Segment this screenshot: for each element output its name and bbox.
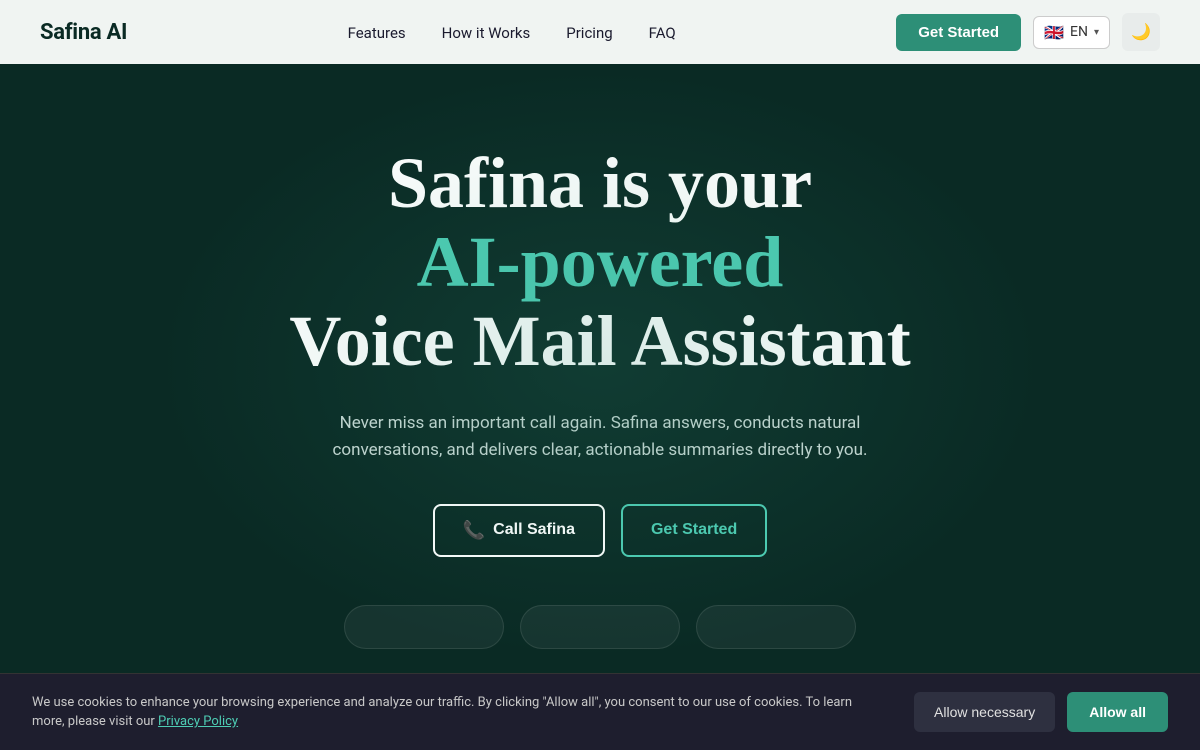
allow-necessary-button[interactable]: Allow necessary [914, 692, 1055, 732]
lang-code: EN [1070, 24, 1088, 40]
allow-all-button[interactable]: Allow all [1067, 692, 1168, 732]
cookie-banner: We use cookies to enhance your browsing … [0, 673, 1200, 750]
hero-title: Safina is your AI-powered Voice Mail Ass… [289, 144, 910, 382]
navbar-right: Get Started 🇬🇧 EN ▾ 🌙 [896, 13, 1160, 51]
hero-pill-3 [696, 605, 856, 649]
hero-title-line3: Voice Mail Assistant [289, 302, 910, 381]
nav-faq[interactable]: FAQ [649, 24, 676, 42]
hero-get-started-button[interactable]: Get Started [621, 504, 767, 557]
hero-feature-pills [344, 605, 856, 649]
nav-links: Features How it Works Pricing FAQ [348, 23, 676, 42]
phone-icon: 📞 [463, 520, 485, 541]
cookie-text: We use cookies to enhance your browsing … [32, 693, 852, 732]
hero-title-line2: AI-powered [289, 223, 910, 302]
navbar: Safina AI Features How it Works Pricing … [0, 0, 1200, 64]
nav-get-started-button[interactable]: Get Started [896, 14, 1021, 51]
theme-toggle-button[interactable]: 🌙 [1122, 13, 1160, 51]
hero-buttons: 📞 Call Safina Get Started [433, 504, 767, 557]
chevron-down-icon: ▾ [1094, 27, 1099, 38]
nav-pricing[interactable]: Pricing [566, 24, 612, 42]
privacy-policy-link[interactable]: Privacy Policy [158, 714, 238, 729]
cookie-buttons: Allow necessary Allow all [914, 692, 1168, 732]
hero-pill-2 [520, 605, 680, 649]
hero-pill-1 [344, 605, 504, 649]
hero-subtitle: Never miss an important call again. Safi… [320, 410, 880, 464]
moon-icon: 🌙 [1131, 22, 1151, 42]
call-safina-button[interactable]: 📞 Call Safina [433, 504, 605, 557]
site-logo[interactable]: Safina AI [40, 20, 127, 45]
hero-title-line1: Safina is your [289, 144, 910, 223]
language-selector[interactable]: 🇬🇧 EN ▾ [1033, 16, 1110, 49]
hero-section: Safina is your AI-powered Voice Mail Ass… [0, 64, 1200, 750]
flag-icon: 🇬🇧 [1044, 23, 1064, 42]
nav-features[interactable]: Features [348, 24, 406, 42]
nav-how-it-works[interactable]: How it Works [442, 24, 531, 42]
